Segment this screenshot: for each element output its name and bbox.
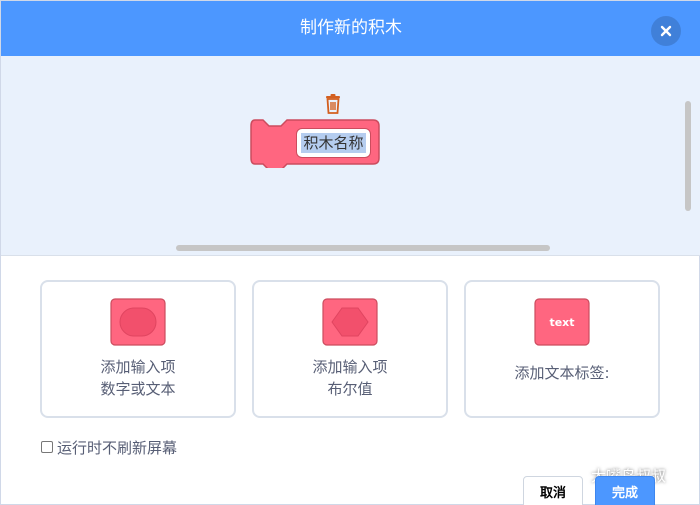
block-name-text: 积木名称 [301, 133, 366, 153]
option-label: 添加输入项 布尔值 [312, 358, 388, 398]
add-boolean-input-button[interactable]: 添加输入项 布尔值 [252, 280, 448, 418]
vertical-scrollbar[interactable] [685, 101, 691, 211]
add-text-label-button[interactable]: text 添加文本标签: [464, 280, 660, 418]
boolean-input-icon [322, 298, 378, 346]
close-icon [660, 25, 672, 37]
block-preview-area: 积木名称 [1, 56, 700, 256]
block-name-input[interactable]: 积木名称 [296, 128, 371, 158]
trash-icon[interactable] [323, 93, 343, 115]
make-block-dialog: 制作新的积木 积木名称 添加输入项 数字或文本 添加输入项 布尔值 text 添… [0, 0, 700, 505]
cancel-button[interactable]: 取消 [523, 476, 583, 505]
text-label-icon-text: text [549, 316, 574, 329]
dialog-title: 制作新的积木 [300, 18, 402, 38]
done-button[interactable]: 完成 [595, 476, 655, 505]
add-number-text-input-button[interactable]: 添加输入项 数字或文本 [40, 280, 236, 418]
text-label-icon: text [534, 298, 590, 346]
run-without-refresh-checkbox[interactable] [41, 441, 53, 453]
horizontal-scrollbar[interactable] [176, 245, 550, 251]
run-without-refresh-label: 运行时不刷新屏幕 [57, 438, 178, 457]
option-label: 添加输入项 数字或文本 [100, 358, 176, 398]
dialog-header: 制作新的积木 [1, 1, 700, 56]
close-button[interactable] [651, 16, 681, 46]
run-without-refresh-option[interactable]: 运行时不刷新屏幕 [41, 437, 177, 457]
option-label: 添加文本标签: [514, 364, 610, 382]
number-text-input-icon [110, 298, 166, 346]
